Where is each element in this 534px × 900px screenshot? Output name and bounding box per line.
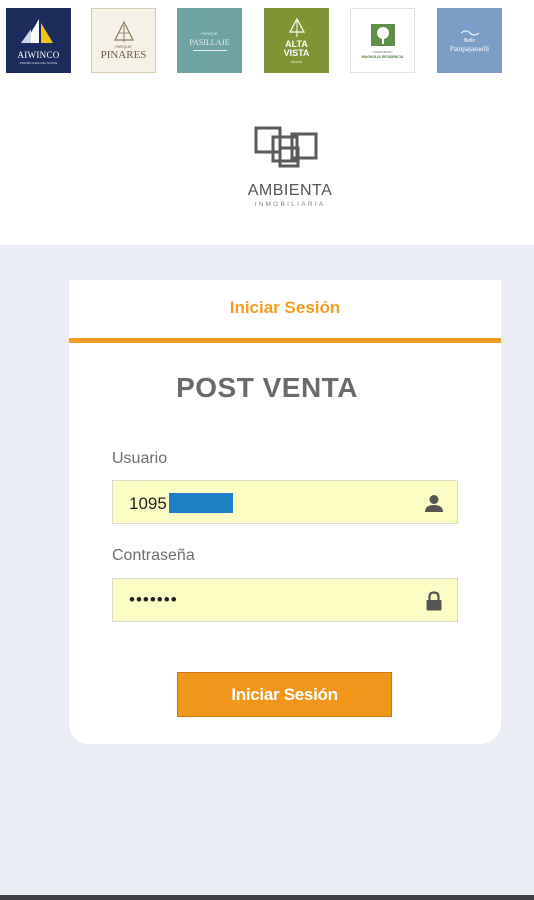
bottom-edge <box>0 895 534 900</box>
partner-logo-alta-vista-name: ALTA VISTA <box>283 38 310 58</box>
partner-logo-magnolia-name: MAGNOLIA RESIDENCIA <box>361 54 404 59</box>
password-value: ••••••• <box>129 590 178 609</box>
partner-logo-aiwinco-sub: INMOBILIARIA DEL NORTE <box>19 60 58 65</box>
header-area: AIWINCO INMOBILIARIA DEL NORTE PARQUE PI… <box>0 0 534 245</box>
partner-logo-aiwinco-name: AIWINCO <box>17 49 60 60</box>
partner-logo-aiwinco[interactable]: AIWINCO INMOBILIARIA DEL NORTE <box>6 8 71 73</box>
wave-icon <box>460 30 479 36</box>
password-label: Contraseña <box>112 547 195 564</box>
tree-icon <box>288 17 305 37</box>
partner-logos: AIWINCO INMOBILIARIA DEL NORTE PARQUE PI… <box>0 8 534 74</box>
login-submit-button[interactable]: Iniciar Sesión <box>177 672 392 717</box>
sailboat-icon <box>20 18 53 43</box>
username-field[interactable]: 1095 <box>112 480 458 524</box>
page-title: POST VENTA <box>176 372 358 403</box>
partner-logo-pampajasuelli-name: Pampajasuelli <box>449 45 490 53</box>
partner-logo-pampajasuelli[interactable]: Bello Pampajasuelli <box>437 8 502 73</box>
lock-icon <box>426 591 442 611</box>
pine-tree-icon <box>113 20 134 42</box>
brand-subtitle: INMOBILIARIA <box>254 201 326 208</box>
partner-logo-magnolia-top: CONDOMINIO <box>372 49 393 54</box>
username-value: 1095 <box>129 494 167 513</box>
partner-logo-alta-vista-sub: RESIDE <box>290 59 303 64</box>
partner-logo-pasillaje[interactable]: PARQUE PASILLAJE <box>177 8 242 73</box>
ambienta-squares-icon <box>254 126 318 168</box>
partner-logo-pinares[interactable]: PARQUE PINARES <box>91 8 156 73</box>
leaf-tree-icon <box>370 23 395 46</box>
partner-logo-pasillaje-top: PARQUE <box>201 30 218 36</box>
partner-logo-pinares-name: PINARES <box>100 48 147 61</box>
partner-logo-pasillaje-rule <box>192 49 227 51</box>
partner-logo-magnolia[interactable]: CONDOMINIO MAGNOLIA RESIDENCIA <box>350 8 415 73</box>
partner-logo-pampajasuelli-top: Bello <box>463 38 476 44</box>
brand-logo: AMBIENTA INMOBILIARIA <box>240 126 340 210</box>
tab-underline <box>69 338 501 343</box>
brand-name: AMBIENTA <box>247 182 333 199</box>
username-label: Usuario <box>112 450 168 467</box>
password-field[interactable]: ••••••• <box>112 578 458 622</box>
user-icon <box>425 495 443 512</box>
partner-logo-pasillaje-name: PASILLAJE <box>189 37 230 47</box>
partner-logo-alta-vista[interactable]: ALTA VISTA RESIDE <box>264 8 329 73</box>
tab-iniciar-sesion[interactable]: Iniciar Sesión <box>69 280 501 338</box>
redaction-block <box>169 493 233 513</box>
